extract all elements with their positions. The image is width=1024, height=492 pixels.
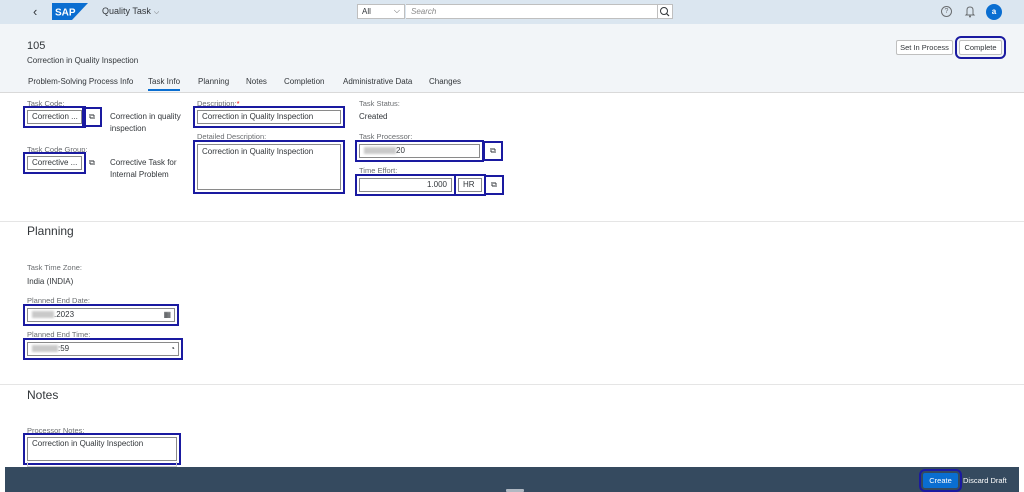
task-status-label: Task Status: [359, 99, 400, 108]
time-effort-label: Time Effort: [359, 166, 398, 175]
description-field[interactable]: Correction in Quality Inspection [193, 106, 345, 128]
sap-logo[interactable]: SAP [52, 3, 88, 20]
task-processor-field[interactable]: 20 [355, 140, 484, 162]
description-label: Description:* [197, 99, 240, 108]
app-title: Quality Task [102, 6, 151, 16]
value-help-icon[interactable]: ⧉ [483, 141, 503, 161]
value-help-icon[interactable]: ⧉ [86, 157, 98, 169]
tab-planning[interactable]: Planning [198, 77, 229, 86]
tab-changes[interactable]: Changes [429, 77, 461, 86]
calendar-icon[interactable]: ▦ [163, 310, 171, 319]
task-processor-label: Task Processor: [359, 132, 413, 141]
chevron-down-icon: ⌵ [153, 9, 160, 16]
planning-section-title: Planning [27, 224, 74, 238]
notes-section-title: Notes [27, 388, 59, 402]
object-subtitle: Correction in Quality Inspection [27, 56, 139, 65]
end-date-label: Planned End Date: [27, 296, 90, 305]
user-avatar[interactable]: a [986, 4, 1002, 20]
create-button[interactable]: Create [919, 469, 962, 492]
set-in-process-button[interactable]: Set In Process [896, 40, 953, 55]
processor-notes-textarea[interactable]: Correction in Quality Inspection [23, 433, 181, 465]
discard-draft-button[interactable]: Discard Draft [963, 473, 1007, 488]
end-date-picker[interactable]: .2023 ▦ [23, 304, 179, 326]
task-code-description: Correction in quality inspection [110, 112, 181, 133]
shell-bar: ‹ SAP Quality Task ⌵ All ⌵ Search ? a [0, 0, 1024, 24]
search-button[interactable] [657, 4, 673, 19]
brand-text: SAP [55, 8, 76, 19]
detailed-description-textarea[interactable]: Correction in Quality Inspection [193, 140, 345, 194]
redacted-text [364, 147, 396, 155]
search-input[interactable]: Search [406, 4, 658, 19]
chevron-down-icon: ⌵ [393, 6, 400, 15]
complete-button[interactable]: Complete [955, 36, 1006, 59]
section-divider [0, 221, 1024, 222]
required-mark: * [236, 99, 240, 108]
processor-notes-label: Processor Notes: [27, 426, 85, 435]
task-code-group-label: Task Code Group: [27, 145, 88, 154]
clock-icon[interactable]: ◔ [170, 344, 175, 353]
tab-completion[interactable]: Completion [284, 77, 324, 86]
redacted-text [32, 345, 58, 353]
task-code-label: Task Code: [27, 99, 65, 108]
time-effort-field[interactable]: 1.000 [355, 174, 456, 196]
notification-bell-icon[interactable] [964, 5, 976, 18]
time-zone-label: Task Time Zone: [27, 263, 83, 272]
value-help-icon[interactable]: ⧉ [82, 107, 102, 127]
tab-administrative-data[interactable]: Administrative Data [343, 77, 412, 86]
section-divider [0, 384, 1024, 385]
task-status-value: Created [359, 112, 388, 121]
app-title-menu[interactable]: Quality Task ⌵ [102, 6, 159, 17]
tab-notes[interactable]: Notes [246, 77, 267, 86]
search-scope-value: All [362, 7, 371, 16]
task-code-field[interactable]: Correction ... [23, 106, 86, 128]
tab-bar: Problem-Solving Process Info Task Info P… [0, 77, 1024, 93]
help-icon[interactable]: ? [941, 6, 952, 17]
time-effort-unit-field[interactable]: HR [454, 174, 486, 196]
search-scope-select[interactable]: All ⌵ [357, 4, 405, 19]
value-help-icon[interactable]: ⧉ [484, 175, 504, 195]
search-icon [660, 7, 670, 17]
tab-task-info[interactable]: Task Info [148, 77, 181, 91]
object-title: 105 [27, 40, 46, 52]
back-button[interactable]: ‹ [33, 4, 37, 20]
end-time-picker[interactable]: :59 ◔ [23, 338, 183, 360]
time-zone-value: India (INDIA) [27, 277, 74, 286]
detailed-description-label: Detailed Description: [197, 132, 267, 141]
task-code-group-field[interactable]: Corrective ... [23, 152, 86, 174]
tab-problem-solving[interactable]: Problem-Solving Process Info [28, 77, 133, 86]
end-time-label: Planned End Time: [27, 330, 91, 339]
redacted-text [32, 311, 54, 319]
task-code-group-description: Corrective Task for Internal Problem [110, 158, 177, 179]
